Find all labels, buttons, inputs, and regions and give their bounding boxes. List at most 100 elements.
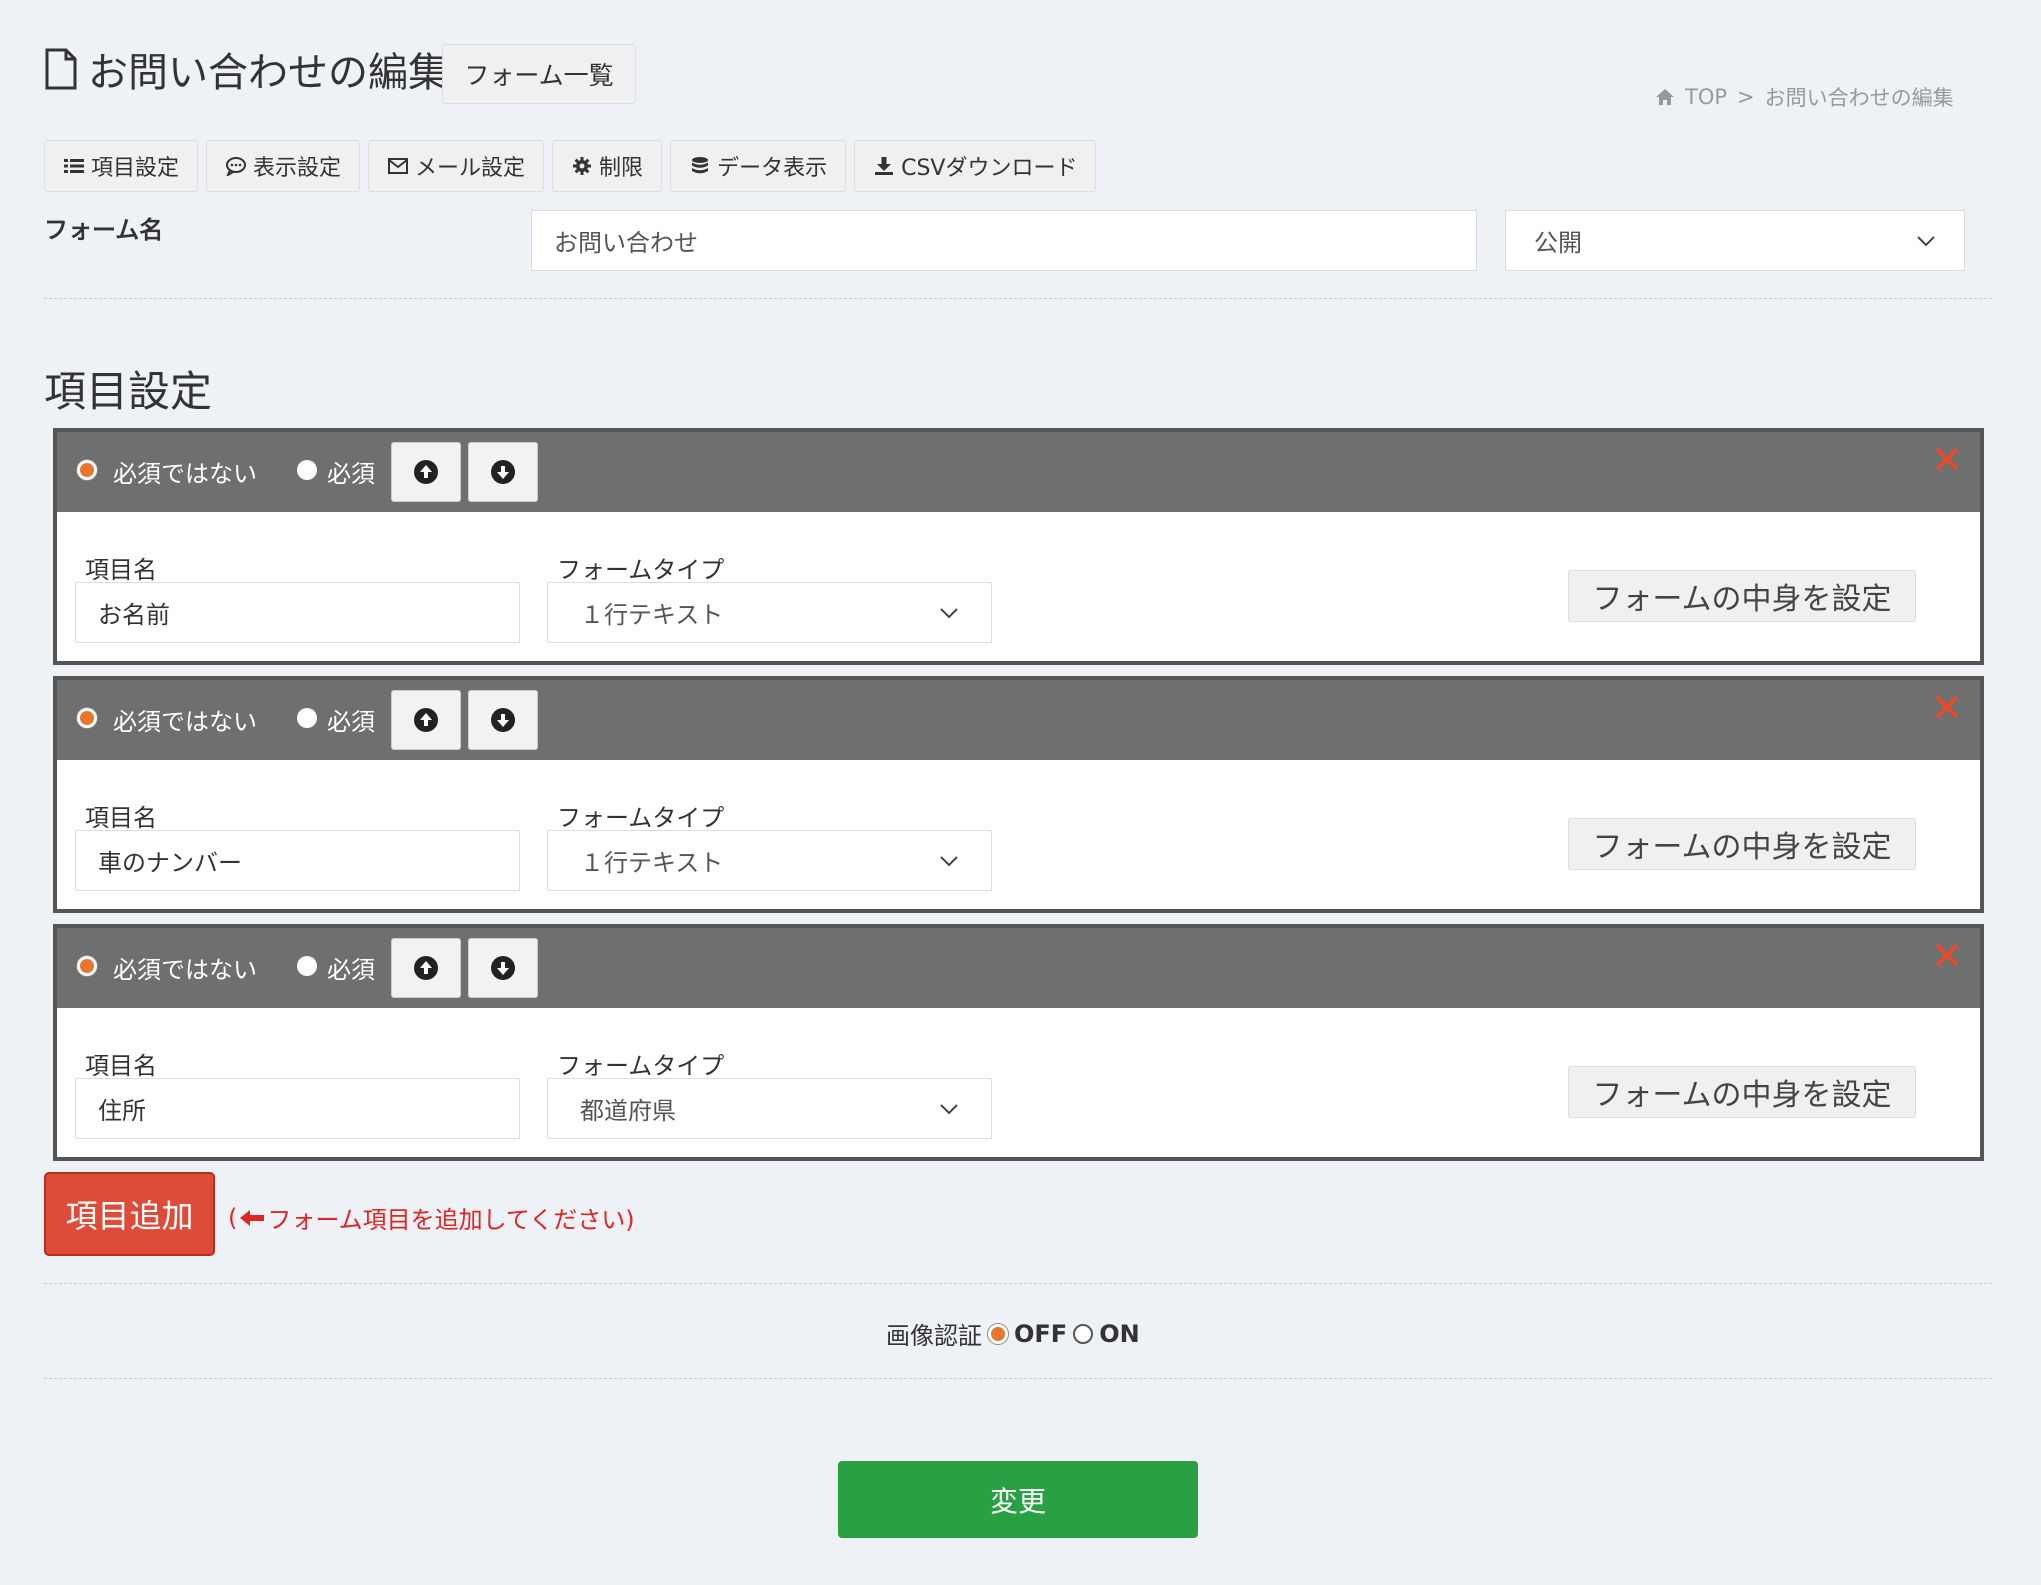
- arrow-left-icon: [240, 1209, 265, 1226]
- tab-label: 項目設定: [91, 156, 180, 181]
- not-required-radio[interactable]: [77, 460, 97, 480]
- move-up-button[interactable]: [391, 938, 461, 998]
- database-icon: [692, 157, 709, 174]
- close-icon[interactable]: [1932, 692, 1962, 722]
- required-label: 必須: [327, 708, 375, 736]
- item-name-label: 項目名: [85, 1052, 157, 1080]
- breadcrumb: TOP > お問い合わせの編集: [1655, 82, 1954, 112]
- form-type-label: フォームタイプ: [557, 556, 725, 584]
- not-required-label: 必須ではない: [113, 460, 257, 488]
- field-card-header: 必須ではない 必須: [57, 928, 1980, 1008]
- field-card-body: 項目名 フォームタイプ 車のナンバー １行テキスト フォームの中身を設定: [57, 760, 1980, 909]
- close-icon[interactable]: [1932, 940, 1962, 970]
- captcha-off-radio[interactable]: [988, 1323, 1008, 1344]
- field-card-header: 必須ではない 必須: [57, 680, 1980, 760]
- form-type-label: フォームタイプ: [557, 804, 725, 832]
- arrow-up-circle-icon: [414, 460, 438, 484]
- download-icon: [875, 157, 894, 175]
- add-item-button[interactable]: 項目追加: [44, 1172, 215, 1256]
- update-button[interactable]: 変更: [838, 1461, 1198, 1538]
- form-name-input[interactable]: お問い合わせ: [531, 210, 1477, 271]
- divider: [44, 1283, 1992, 1284]
- item-name-label: 項目名: [85, 556, 157, 584]
- breadcrumb-home[interactable]: TOP: [1685, 85, 1727, 109]
- chevron-down-icon: [940, 1103, 958, 1114]
- captcha-on-radio[interactable]: [1073, 1323, 1094, 1344]
- image-captcha-setting: 画像認証 OFF ON: [886, 1316, 1140, 1351]
- home-icon: [1656, 89, 1674, 105]
- set-form-content-button[interactable]: フォームの中身を設定: [1568, 1066, 1916, 1118]
- form-type-label: フォームタイプ: [557, 1052, 725, 1080]
- publish-status-select[interactable]: 公開: [1505, 210, 1965, 271]
- chevron-down-icon: [940, 855, 958, 866]
- move-down-button[interactable]: [468, 938, 538, 998]
- item-name-label: 項目名: [85, 804, 157, 832]
- item-name-input[interactable]: 車のナンバー: [75, 830, 520, 891]
- set-form-content-button[interactable]: フォームの中身を設定: [1568, 570, 1916, 622]
- field-card: 必須ではない 必須 項目名 フォームタイプ お名前 １行テキスト フォームの中身…: [53, 428, 1984, 665]
- publish-status-value: 公開: [1534, 229, 1582, 257]
- add-item-hint: ( フォーム項目を追加してください): [228, 1200, 635, 1235]
- form-list-button[interactable]: フォーム一覧: [442, 44, 636, 104]
- captcha-label: 画像認証: [886, 1322, 982, 1350]
- move-down-button[interactable]: [468, 442, 538, 502]
- chevron-down-icon: [1917, 235, 1935, 246]
- arrow-up-circle-icon: [414, 956, 438, 980]
- form-type-select[interactable]: １行テキスト: [547, 830, 992, 891]
- tab-label: CSVダウンロード: [901, 156, 1078, 181]
- move-down-button[interactable]: [468, 690, 538, 750]
- item-name-value: 車のナンバー: [98, 849, 242, 877]
- required-radio[interactable]: [297, 956, 317, 976]
- tab-item-settings[interactable]: 項目設定: [44, 140, 199, 192]
- item-name-value: お名前: [98, 601, 170, 629]
- breadcrumb-current: お問い合わせの編集: [1764, 86, 1954, 110]
- tab-restrictions[interactable]: 制限: [552, 140, 663, 192]
- form-type-value: １行テキスト: [580, 849, 724, 877]
- move-up-button[interactable]: [391, 442, 461, 502]
- comment-icon: [226, 157, 247, 176]
- field-card: 必須ではない 必須 項目名 フォームタイプ 住所 都道府県 フォームの中身を設定: [53, 924, 1984, 1161]
- set-form-content-button[interactable]: フォームの中身を設定: [1568, 818, 1916, 870]
- field-card: 必須ではない 必須 項目名 フォームタイプ 車のナンバー １行テキスト フォーム…: [53, 676, 1984, 913]
- close-icon[interactable]: [1932, 444, 1962, 474]
- arrow-down-circle-icon: [491, 708, 515, 732]
- not-required-radio[interactable]: [77, 708, 97, 728]
- chevron-down-icon: [940, 607, 958, 618]
- not-required-radio[interactable]: [77, 956, 97, 976]
- move-up-button[interactable]: [391, 690, 461, 750]
- settings-tabs: 項目設定 表示設定 メール設定 制限 データ表示 CSVダウンロード: [44, 140, 1097, 192]
- form-name-label: フォーム名: [44, 216, 164, 244]
- add-item-hint-open: (: [228, 1203, 238, 1232]
- form-type-value: 都道府県: [580, 1097, 676, 1125]
- form-type-select[interactable]: １行テキスト: [547, 582, 992, 643]
- item-name-input[interactable]: 住所: [75, 1078, 520, 1139]
- required-radio[interactable]: [297, 708, 317, 728]
- field-card-body: 項目名 フォームタイプ お名前 １行テキスト フォームの中身を設定: [57, 512, 1980, 661]
- tab-display-settings[interactable]: 表示設定: [206, 140, 361, 192]
- gear-icon: [573, 157, 592, 175]
- item-name-input[interactable]: お名前: [75, 582, 520, 643]
- field-card-body: 項目名 フォームタイプ 住所 都道府県 フォームの中身を設定: [57, 1008, 1980, 1157]
- page-title-text: お問い合わせの編集: [88, 50, 448, 96]
- tab-label: メール設定: [415, 156, 526, 181]
- breadcrumb-separator: >: [1737, 85, 1755, 109]
- item-name-value: 住所: [98, 1097, 146, 1125]
- required-radio[interactable]: [297, 460, 317, 480]
- not-required-label: 必須ではない: [113, 708, 257, 736]
- list-icon: [64, 159, 84, 173]
- tab-label: 制限: [599, 156, 644, 181]
- envelope-icon: [388, 158, 409, 174]
- tab-mail-settings[interactable]: メール設定: [368, 140, 545, 192]
- tab-data-view[interactable]: データ表示: [670, 140, 847, 192]
- tab-label: データ表示: [717, 156, 828, 181]
- captcha-on-label: ON: [1099, 1319, 1140, 1348]
- captcha-off-label: OFF: [1014, 1319, 1068, 1348]
- divider: [44, 298, 1992, 299]
- form-type-select[interactable]: 都道府県: [547, 1078, 992, 1139]
- page-title: お問い合わせの編集: [44, 44, 448, 96]
- arrow-down-circle-icon: [491, 956, 515, 980]
- required-label: 必須: [327, 956, 375, 984]
- tab-csv-download[interactable]: CSVダウンロード: [854, 140, 1097, 192]
- form-name-value: お問い合わせ: [554, 229, 698, 257]
- not-required-label: 必須ではない: [113, 956, 257, 984]
